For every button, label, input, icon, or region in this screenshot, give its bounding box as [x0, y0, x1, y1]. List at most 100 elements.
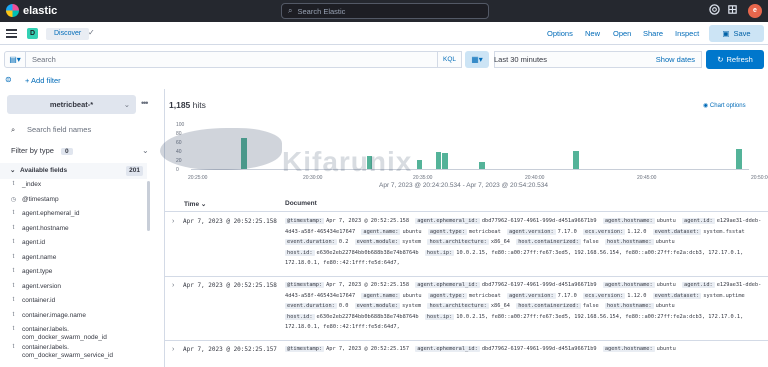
show-dates-link[interactable]: Show dates	[656, 52, 695, 67]
field-name: agent.name	[22, 253, 57, 261]
calendar-icon[interactable]: ▦▾	[465, 51, 489, 68]
histogram-bar[interactable]	[573, 151, 580, 169]
field-key: agent.hostname:	[602, 218, 655, 224]
field-key: host.id:	[285, 249, 315, 256]
sidebar-scrollbar[interactable]	[147, 181, 150, 231]
filter-by-type-button[interactable]: Filter by type 0	[11, 146, 73, 155]
field-key: @timestamp:	[285, 218, 325, 224]
new-link[interactable]: New	[585, 29, 600, 38]
document-row[interactable]: › Apr 7, 2023 @ 20:52:25.157 @timestamp: Ap…	[165, 341, 768, 367]
column-document: Document	[285, 200, 317, 207]
filter-options-icon[interactable]: ⊜	[5, 75, 12, 84]
menu-toggle-icon[interactable]	[6, 29, 17, 38]
row-timestamp: Apr 7, 2023 @ 20:52:25.158	[183, 218, 277, 225]
histogram-bar[interactable]	[416, 160, 423, 169]
save-icon: ▣	[722, 29, 730, 38]
more-options-icon[interactable]: •••	[141, 98, 149, 108]
histogram-bar[interactable]	[736, 148, 743, 169]
field-key: host.ip:	[424, 249, 455, 256]
field-value: e630e2eb22784bb0b688b38e74b8764b	[316, 313, 419, 320]
query-input[interactable]: Search	[26, 51, 438, 68]
field-name: agent.id	[22, 239, 46, 246]
field-item[interactable]: t container.image.name	[10, 312, 142, 327]
available-fields-header[interactable]: ⌄ Available fields 201	[0, 163, 147, 179]
row-timestamp: Apr 7, 2023 @ 20:52:25.158	[183, 282, 277, 289]
elastic-logo[interactable]: elastic	[6, 4, 57, 17]
expand-row-icon[interactable]: ›	[172, 282, 174, 289]
elastic-logo-icon	[6, 4, 19, 17]
field-key: host.id:	[285, 313, 315, 320]
field-key: @timestamp:	[285, 346, 325, 352]
field-key: host.containerized:	[516, 303, 581, 309]
field-key: agent.id:	[682, 218, 715, 224]
options-link[interactable]: Options	[547, 29, 573, 38]
save-button[interactable]: ▣ Save	[709, 25, 764, 42]
field-item[interactable]: ◷ @timestamp	[10, 196, 142, 211]
inspect-link[interactable]: Inspect	[675, 29, 699, 38]
string-type-icon: t	[12, 210, 15, 216]
histogram-bar[interactable]	[435, 151, 442, 169]
field-key: host.hostname:	[604, 303, 654, 309]
field-item[interactable]: t agent.ephemeral_id	[10, 210, 142, 225]
field-key: agent.version:	[507, 228, 556, 235]
field-key: ecs.version:	[583, 292, 626, 299]
field-item[interactable]: t container.labels. com_docker_swarm_serv…	[10, 344, 142, 362]
field-item[interactable]: t container.labels. com_docker_swarm_node…	[10, 326, 142, 344]
field-value: false	[582, 239, 599, 245]
document-row[interactable]: › Apr 7, 2023 @ 20:52:25.158 @timestamp: Ap…	[165, 213, 768, 277]
string-type-icon: t	[12, 268, 15, 274]
string-type-icon: t	[12, 326, 15, 332]
string-type-icon: t	[12, 181, 15, 187]
string-type-icon: t	[12, 239, 15, 245]
field-name: container.labels. com_docker_swarm_servi…	[22, 344, 114, 359]
field-item[interactable]: t container.id	[10, 297, 142, 312]
field-name: container.image.name	[22, 311, 86, 319]
field-value: Apr 7, 2023 @ 20:52:25.157	[326, 346, 410, 352]
field-item[interactable]: t _index	[10, 181, 142, 196]
histogram-bar[interactable]	[366, 155, 373, 169]
query-language-toggle[interactable]: KQL	[438, 51, 462, 68]
help-icon[interactable]	[708, 4, 721, 17]
breadcrumb-discover[interactable]: Discover	[46, 28, 90, 40]
chart-options-button[interactable]: ◉ Chart options	[703, 102, 746, 109]
add-filter-button[interactable]: + Add filter	[25, 76, 61, 85]
expand-row-icon[interactable]: ›	[172, 218, 174, 225]
saved-query-icon[interactable]: ▤▾	[4, 51, 26, 68]
user-avatar[interactable]: e	[748, 4, 762, 18]
column-time[interactable]: Time ⌄	[184, 200, 206, 208]
field-value: metricbeat	[468, 292, 501, 299]
field-item[interactable]: t agent.name	[10, 254, 142, 269]
index-pattern-selector[interactable]: metricbeat-* ⌄	[7, 95, 136, 114]
field-item[interactable]: t agent.id	[10, 239, 142, 254]
field-search-input[interactable]: ⌕ Search field names	[7, 123, 147, 137]
field-key: host.ip:	[424, 313, 455, 320]
field-item[interactable]: t agent.version	[10, 283, 142, 298]
refresh-button[interactable]: ↻ Refresh	[706, 50, 764, 69]
field-key: event.module:	[354, 239, 401, 245]
available-fields-label: Available fields	[20, 167, 68, 174]
chevron-down-icon: ⌄	[142, 146, 149, 155]
app-name: elastic	[23, 4, 58, 17]
field-key: event.duration:	[285, 303, 337, 309]
field-value: dbd77962-6197-4961-999d-d451a96671b9	[481, 346, 597, 352]
expand-row-icon[interactable]: ›	[172, 346, 174, 353]
field-key: agent.hostname:	[602, 282, 655, 288]
document-row[interactable]: › Apr 7, 2023 @ 20:52:25.158 @timestamp: Ap…	[165, 277, 768, 341]
open-link[interactable]: Open	[613, 29, 631, 38]
field-item[interactable]: t agent.hostname	[10, 225, 142, 240]
y-tick-label: 100	[176, 122, 185, 128]
space-avatar[interactable]: D	[27, 28, 38, 39]
histogram-bar[interactable]	[441, 153, 448, 169]
histogram-bar[interactable]	[479, 162, 486, 169]
field-value: 0.2	[338, 239, 349, 245]
share-link[interactable]: Share	[643, 29, 663, 38]
date-range-picker[interactable]: Last 30 minutes Show dates	[494, 51, 702, 68]
global-search-input[interactable]: ⌕ Search Elastic	[281, 3, 489, 19]
field-name: @timestamp	[22, 195, 59, 203]
field-name: agent.ephemeral_id	[22, 210, 80, 217]
field-item[interactable]: t agent.type	[10, 268, 142, 283]
field-value: system	[402, 239, 422, 245]
x-tick-label: 20:35:00	[413, 175, 433, 181]
news-feed-icon[interactable]	[726, 4, 739, 17]
x-tick-label: 20:45:00	[637, 175, 657, 181]
